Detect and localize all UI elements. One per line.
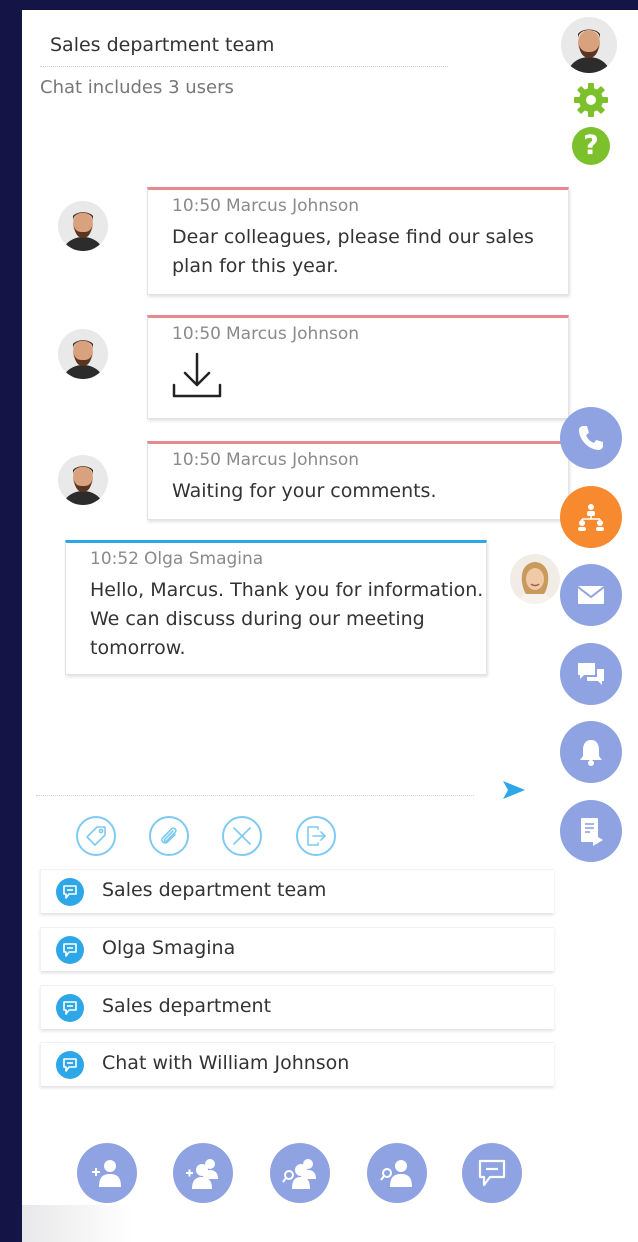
paperclip-icon[interactable] [149,816,189,856]
tag-icon[interactable] [76,816,116,856]
chats-icon[interactable] [560,643,622,705]
chat-icon [56,878,84,906]
exit-icon[interactable] [296,816,336,856]
org-structure-icon[interactable] [560,486,622,548]
conversation-item[interactable]: Sales department team [40,869,554,913]
title-divider [40,66,448,67]
message-line: We can discuss during our meeting [90,608,425,630]
message-line: Waiting for your comments. [172,480,437,502]
message-author: Marcus Johnson [226,324,360,344]
conversation-item[interactable]: Olga Smagina [40,927,554,971]
download-icon[interactable] [172,352,222,400]
tasks-icon[interactable] [560,800,622,862]
conversation-label: Sales department team [102,879,327,901]
conversation-item[interactable]: Chat with William Johnson [40,1042,554,1086]
help-icon[interactable]: ? [572,127,610,165]
message-line: tomorrow. [90,637,186,659]
new-chat-icon[interactable] [462,1143,522,1203]
message-bubble[interactable]: 10:50 Marcus Johnson Dear colleagues, ple… [147,187,569,295]
message-author: Marcus Johnson [226,196,360,216]
message-meta: 10:50 Marcus Johnson [172,324,359,344]
add-group-icon[interactable] [173,1143,233,1203]
message-bubble[interactable]: 10:50 Marcus Johnson Waiting for your com… [147,441,569,520]
current-user-avatar[interactable] [561,17,617,73]
message-meta: 10:50 Marcus Johnson [172,450,359,470]
phone-icon[interactable] [560,407,622,469]
message-input-divider [36,795,474,796]
conversation-item[interactable]: Sales department [40,985,554,1029]
avatar [58,201,108,251]
conversation-label: Chat with William Johnson [102,1052,350,1074]
message-text: Dear colleagues, please find our sales p… [172,223,534,281]
message-text: Waiting for your comments. [172,477,437,506]
chat-participants-info: Chat includes 3 users [40,77,234,98]
bell-icon[interactable] [560,721,622,783]
message-meta: 10:52 Olga Smagina [90,549,263,569]
mail-icon[interactable] [560,564,622,626]
message-bubble[interactable]: 10:50 Marcus Johnson [147,315,569,419]
message-author: Olga Smagina [144,549,264,569]
close-icon[interactable] [222,816,262,856]
conversation-label: Sales department [102,995,272,1017]
message-author: Marcus Johnson [226,450,360,470]
message-line: Dear colleagues, please find our sales [172,226,534,248]
message-bubble[interactable]: 10:52 Olga Smagina Hello, Marcus. Thank y… [65,540,487,675]
message-time: 10:50 [172,196,221,216]
corner-shadow [22,1205,132,1242]
conversation-label: Olga Smagina [102,937,236,959]
message-text: Hello, Marcus. Thank you for information… [90,576,483,663]
avatar [510,554,560,604]
message-time: 10:50 [172,324,221,344]
search-user-icon[interactable] [367,1143,427,1203]
add-user-icon[interactable] [77,1143,137,1203]
chat-icon [56,936,84,964]
message-line: plan for this year. [172,255,339,277]
chat-icon [56,994,84,1022]
search-group-icon[interactable] [270,1143,330,1203]
chat-title: Sales department team [50,34,275,56]
gear-icon[interactable] [571,80,611,120]
avatar [58,455,108,505]
message-time: 10:50 [172,450,221,470]
message-time: 10:52 [90,549,139,569]
avatar [58,329,108,379]
message-meta: 10:50 Marcus Johnson [172,196,359,216]
send-icon[interactable] [501,777,527,803]
message-line: Hello, Marcus. Thank you for information… [90,579,484,601]
chat-icon [56,1051,84,1079]
